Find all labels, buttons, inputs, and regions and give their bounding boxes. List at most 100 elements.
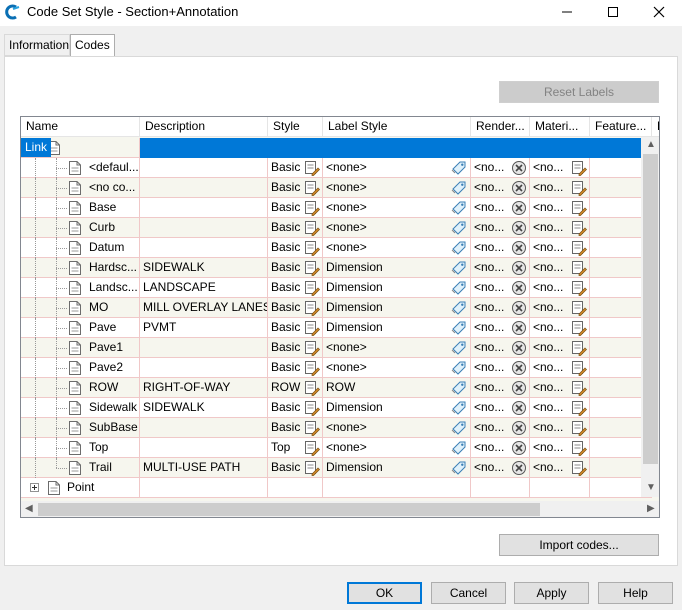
render-clear-icon[interactable] <box>511 460 527 476</box>
row-render[interactable]: <no... <box>471 158 530 178</box>
table-row[interactable]: MO MILL OVERLAY LANES Basic Dimension <no...… <box>21 298 652 318</box>
table-row[interactable]: Trail MULTI-USE PATH Basic Dimension <no... <… <box>21 458 652 478</box>
row-description[interactable]: LANDSCAPE <box>140 278 268 298</box>
label-tag-icon[interactable] <box>451 420 467 436</box>
row-label-style[interactable] <box>323 478 471 498</box>
table-row[interactable]: Curb Basic <none> <no... <no... <box>21 218 652 238</box>
render-clear-icon[interactable] <box>511 320 527 336</box>
row-style[interactable]: Basic <box>268 298 323 318</box>
render-clear-icon[interactable] <box>511 220 527 236</box>
row-description[interactable]: SIDEWALK <box>140 258 268 278</box>
expand-icon[interactable] <box>30 483 39 492</box>
row-render[interactable]: <no... <box>471 198 530 218</box>
cancel-button[interactable]: Cancel <box>431 582 506 604</box>
label-tag-icon[interactable] <box>451 440 467 456</box>
material-edit-icon[interactable] <box>571 200 587 216</box>
render-clear-icon[interactable] <box>511 340 527 356</box>
row-description[interactable] <box>140 338 268 358</box>
material-edit-icon[interactable] <box>571 460 587 476</box>
row-style[interactable]: Basic <box>268 338 323 358</box>
table-row[interactable]: <no co... Basic <none> <no... <no... <box>21 178 652 198</box>
scroll-up-icon[interactable]: ▲ <box>646 139 656 150</box>
row-label-style[interactable]: Dimension <box>323 298 471 318</box>
table-row[interactable]: Pave PVMT Basic Dimension <no... <no... <box>21 318 652 338</box>
name-cell[interactable]: MO <box>21 298 140 318</box>
style-edit-icon[interactable] <box>304 400 320 416</box>
row-label-style[interactable]: <none> <box>323 418 471 438</box>
row-render[interactable]: <no... <box>471 338 530 358</box>
row-description[interactable] <box>140 178 268 198</box>
material-edit-icon[interactable] <box>571 360 587 376</box>
row-render[interactable]: <no... <box>471 258 530 278</box>
row-label-style[interactable] <box>323 138 471 158</box>
row-label-style[interactable]: Dimension <box>323 258 471 278</box>
vertical-scroll-thumb[interactable] <box>643 154 658 464</box>
row-material[interactable]: <no... <box>530 358 590 378</box>
row-material[interactable]: <no... <box>530 378 590 398</box>
render-clear-icon[interactable] <box>511 200 527 216</box>
render-clear-icon[interactable] <box>511 420 527 436</box>
close-button[interactable] <box>636 0 682 26</box>
material-edit-icon[interactable] <box>571 320 587 336</box>
row-style[interactable] <box>268 478 323 498</box>
render-clear-icon[interactable] <box>511 360 527 376</box>
name-cell[interactable]: SubBase <box>21 418 140 438</box>
label-tag-icon[interactable] <box>451 300 467 316</box>
row-label-style[interactable]: <none> <box>323 178 471 198</box>
material-edit-icon[interactable] <box>571 340 587 356</box>
ok-button[interactable]: OK <box>347 582 422 604</box>
tab-information[interactable]: Information <box>4 34 70 56</box>
vertical-scrollbar[interactable]: ▲ ▼ <box>641 137 659 497</box>
material-edit-icon[interactable] <box>571 280 587 296</box>
label-tag-icon[interactable] <box>451 200 467 216</box>
row-render[interactable]: <no... <box>471 458 530 478</box>
row-label-style[interactable]: Dimension <box>323 278 471 298</box>
label-tag-icon[interactable] <box>451 280 467 296</box>
label-tag-icon[interactable] <box>451 340 467 356</box>
row-description[interactable] <box>140 358 268 378</box>
row-description[interactable] <box>140 158 268 178</box>
row-description[interactable] <box>140 138 268 158</box>
row-render[interactable]: <no... <box>471 378 530 398</box>
codes-grid[interactable]: Name Description Style Label Style Rende… <box>20 116 660 518</box>
style-edit-icon[interactable] <box>304 220 320 236</box>
row-description[interactable]: RIGHT-OF-WAY <box>140 378 268 398</box>
render-clear-icon[interactable] <box>511 440 527 456</box>
label-tag-icon[interactable] <box>451 320 467 336</box>
material-edit-icon[interactable] <box>571 380 587 396</box>
label-tag-icon[interactable] <box>451 380 467 396</box>
table-row[interactable]: <defaul... Basic <none> <no... <no... <box>21 158 652 178</box>
name-cell[interactable]: Hardsc... <box>21 258 140 278</box>
style-edit-icon[interactable] <box>304 300 320 316</box>
row-label-style[interactable]: <none> <box>323 238 471 258</box>
style-edit-icon[interactable] <box>304 360 320 376</box>
row-label-style[interactable]: <none> <box>323 438 471 458</box>
row-description[interactable] <box>140 238 268 258</box>
label-tag-icon[interactable] <box>451 240 467 256</box>
style-edit-icon[interactable] <box>304 240 320 256</box>
table-row[interactable]: Base Basic <none> <no... <no... <box>21 198 652 218</box>
row-label-style[interactable]: <none> <box>323 158 471 178</box>
label-tag-icon[interactable] <box>451 180 467 196</box>
row-material[interactable]: <no... <box>530 218 590 238</box>
name-cell[interactable]: Link <box>21 138 140 158</box>
row-material[interactable]: <no... <box>530 338 590 358</box>
render-clear-icon[interactable] <box>511 300 527 316</box>
row-render[interactable]: <no... <box>471 418 530 438</box>
horizontal-scrollbar[interactable]: ◀ ▶ <box>21 501 659 517</box>
row-description[interactable]: SIDEWALK <box>140 398 268 418</box>
name-cell[interactable]: Sidewalk <box>21 398 140 418</box>
row-label-style[interactable]: <none> <box>323 358 471 378</box>
style-edit-icon[interactable] <box>304 320 320 336</box>
column-header-label-style[interactable]: Label Style <box>323 117 471 137</box>
row-label-style[interactable]: ROW <box>323 378 471 398</box>
row-style[interactable] <box>268 138 323 158</box>
material-edit-icon[interactable] <box>571 300 587 316</box>
column-header-render[interactable]: Render... <box>471 117 530 137</box>
row-material[interactable]: <no... <box>530 318 590 338</box>
row-render[interactable]: <no... <box>471 178 530 198</box>
row-material[interactable]: <no... <box>530 178 590 198</box>
row-render[interactable]: <no... <box>471 298 530 318</box>
reset-labels-button[interactable]: Reset Labels <box>499 81 659 103</box>
tree-group-row[interactable]: Point <box>21 478 652 498</box>
